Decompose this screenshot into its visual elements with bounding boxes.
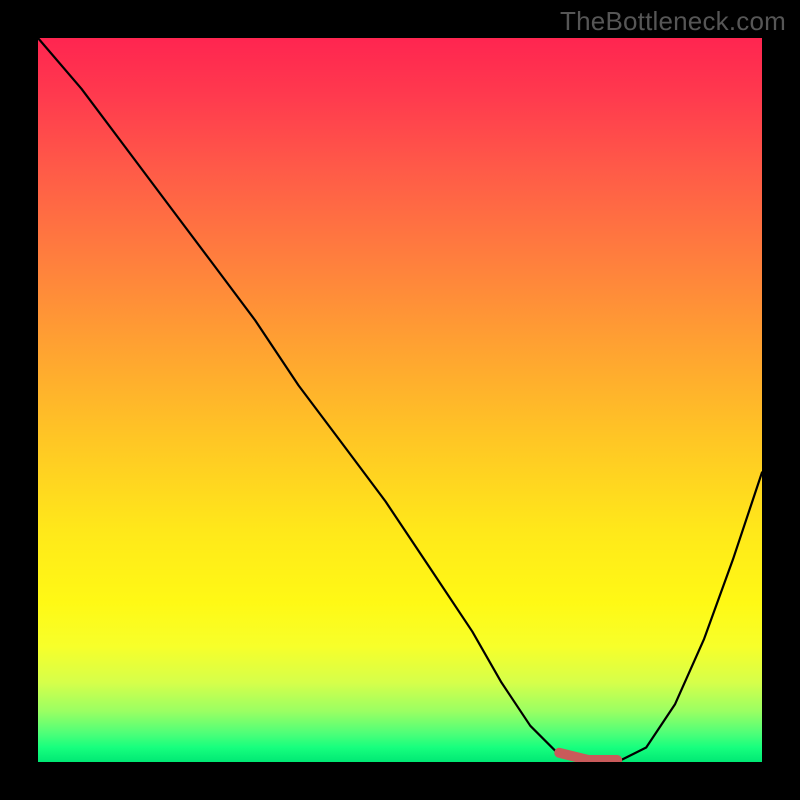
optimal-range-marker [559,753,617,760]
curve-svg [38,38,762,762]
watermark-text: TheBottleneck.com [560,6,786,37]
plot-area [38,38,762,762]
chart-frame: TheBottleneck.com [0,0,800,800]
bottleneck-curve [38,38,762,762]
